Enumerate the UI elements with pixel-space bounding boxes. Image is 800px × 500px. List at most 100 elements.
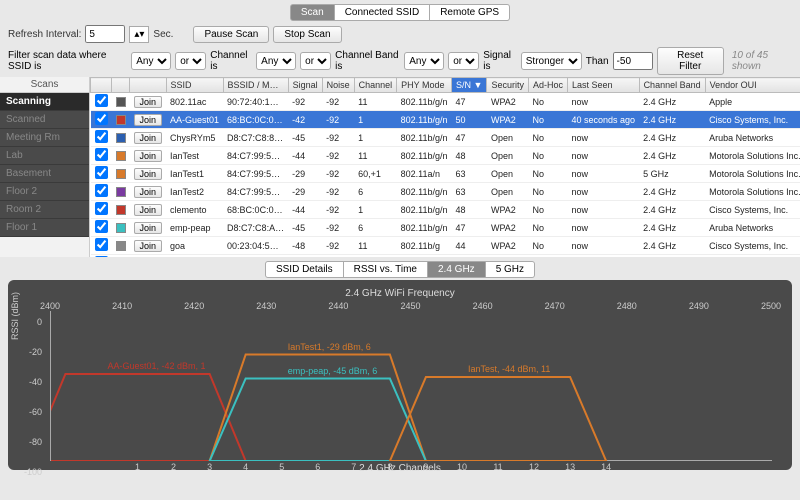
filter-channel-op[interactable]: or <box>300 52 331 70</box>
filter-than-label: Than <box>586 56 609 67</box>
sidebar-item-meeting-rm[interactable]: Meeting Rm <box>0 129 89 147</box>
x-tick-channel: 2 <box>171 462 176 472</box>
col-header[interactable]: BSSID / M… <box>223 78 288 93</box>
filter-band-op[interactable]: or <box>448 52 479 70</box>
tab-connected-ssid[interactable]: Connected SSID <box>335 4 431 21</box>
col-header[interactable] <box>91 78 112 93</box>
sidebar-item-floor-2[interactable]: Floor 2 <box>0 183 89 201</box>
x-tick-freq: 2460 <box>473 301 493 311</box>
color-chip-icon <box>116 151 126 161</box>
stop-scan-button[interactable]: Stop Scan <box>273 26 341 43</box>
col-header[interactable]: Last Seen <box>568 78 640 93</box>
refresh-interval-input[interactable] <box>85 25 125 43</box>
tab-scan[interactable]: Scan <box>290 4 335 21</box>
x-tick-channel: 12 <box>529 462 539 472</box>
network-table-wrap[interactable]: SSIDBSSID / M…SignalNoiseChannelPHY Mode… <box>90 77 800 257</box>
join-button[interactable]: Join <box>134 186 163 198</box>
x-tick-freq: 2500 <box>761 301 781 311</box>
col-header[interactable]: S/N ▼ <box>452 78 487 93</box>
join-button[interactable]: Join <box>134 222 163 234</box>
x-tick-freq: 2480 <box>617 301 637 311</box>
filter-bar: Filter scan data where SSID is Any or Ch… <box>0 45 800 77</box>
table-row[interactable]: JoinIanTest84:C7:99:5…-44-9211802.11b/g/… <box>91 147 800 165</box>
filter-ssid-select[interactable]: Any <box>131 52 171 70</box>
col-header[interactable] <box>130 78 167 93</box>
table-row[interactable]: JoinIanTest184:C7:99:5…-29-9260,+1802.11… <box>91 165 800 183</box>
row-checkbox[interactable] <box>95 238 108 251</box>
row-checkbox[interactable] <box>95 166 108 179</box>
col-header[interactable]: Security <box>487 78 529 93</box>
filter-channel-select[interactable]: Any <box>256 52 296 70</box>
filter-count-hint: 10 of 45 shown <box>732 50 792 72</box>
tab-rssi-time[interactable]: RSSI vs. Time <box>344 261 428 278</box>
join-button[interactable]: Join <box>134 240 163 252</box>
col-header[interactable]: Noise <box>322 78 354 93</box>
col-header[interactable]: Signal <box>288 78 322 93</box>
join-button[interactable]: Join <box>134 168 163 180</box>
pause-scan-button[interactable]: Pause Scan <box>193 26 269 43</box>
filter-than-input[interactable] <box>613 52 653 70</box>
col-header[interactable]: Ad-Hoc <box>528 78 567 93</box>
top-tabs: Scan Connected SSID Remote GPS <box>0 0 800 23</box>
x-tick-freq: 2410 <box>112 301 132 311</box>
join-button[interactable]: Join <box>134 204 163 216</box>
filter-signal-select[interactable]: Stronger <box>521 52 582 70</box>
filter-band-select[interactable]: Any <box>404 52 444 70</box>
join-button[interactable]: Join <box>134 132 163 144</box>
table-row[interactable]: JoinAA-Guest0168:BC:0C:0…-42-921802.11b/… <box>91 111 800 129</box>
col-header[interactable]: SSID <box>166 78 223 93</box>
row-checkbox[interactable] <box>95 130 108 143</box>
join-button[interactable]: Join <box>134 96 163 108</box>
col-header[interactable]: PHY Mode <box>397 78 452 93</box>
y-tick: -60 <box>22 407 42 417</box>
x-tick-freq: 2470 <box>545 301 565 311</box>
row-checkbox[interactable] <box>95 184 108 197</box>
sec-label: Sec. <box>153 29 173 40</box>
tab-remote-gps[interactable]: Remote GPS <box>430 4 510 21</box>
row-checkbox[interactable] <box>95 94 108 107</box>
col-header[interactable]: Vendor OUI <box>705 78 800 93</box>
row-checkbox[interactable] <box>95 220 108 233</box>
sidebar-item-scanning[interactable]: Scanning <box>0 93 89 111</box>
col-header[interactable] <box>112 78 130 93</box>
y-tick: 0 <box>22 317 42 327</box>
tab-24ghz[interactable]: 2.4 GHz <box>428 261 486 278</box>
row-checkbox[interactable] <box>95 148 108 161</box>
y-tick: -80 <box>22 437 42 447</box>
row-checkbox[interactable] <box>95 112 108 125</box>
table-row[interactable]: JoinIanTest284:C7:99:5…-29-926802.11b/g/… <box>91 183 800 201</box>
main-content: Scans ScanningScannedMeeting RmLabBaseme… <box>0 77 800 257</box>
color-chip-icon <box>116 241 126 251</box>
tab-ssid-details[interactable]: SSID Details <box>265 261 344 278</box>
table-row[interactable]: Joingoa00:23:04:5…-48-9211802.11b/g44WPA… <box>91 237 800 255</box>
sidebar-item-floor-1[interactable]: Floor 1 <box>0 219 89 237</box>
row-checkbox[interactable] <box>95 256 108 257</box>
join-button[interactable]: Join <box>134 150 163 162</box>
table-row[interactable]: JoinChysRYm5D8:C7:C8:8…-45-921802.11b/g/… <box>91 129 800 147</box>
x-tick-freq: 2490 <box>689 301 709 311</box>
table-row[interactable]: Joinemp-peapD8:C7:C8:A…-45-926802.11b/g/… <box>91 219 800 237</box>
series-label: IanTest, -44 dBm, 11 <box>468 364 550 374</box>
filter-ssid-op[interactable]: or <box>175 52 206 70</box>
table-row[interactable]: Joinclemento68:BC:0C:0…-44-921802.11b/g/… <box>91 201 800 219</box>
filter-prefix: Filter scan data where SSID is <box>8 50 127 72</box>
table-row[interactable]: Join802.11ac90:72:40:1…-92-9211802.11b/g… <box>91 93 800 111</box>
tab-5ghz[interactable]: 5 GHz <box>486 261 535 278</box>
refresh-interval-stepper[interactable]: ▴▾ <box>129 26 149 43</box>
sidebar-item-room-2[interactable]: Room 2 <box>0 201 89 219</box>
sidebar-item-scanned[interactable]: Scanned <box>0 111 89 129</box>
x-tick-freq: 2430 <box>256 301 276 311</box>
x-tick-freq: 2440 <box>328 301 348 311</box>
col-header[interactable]: Channel <box>354 78 397 93</box>
scan-toolbar: Refresh Interval: ▴▾ Sec. Pause Scan Sto… <box>0 23 800 45</box>
row-checkbox[interactable] <box>95 202 108 215</box>
sidebar-item-basement[interactable]: Basement <box>0 165 89 183</box>
sidebar-item-lab[interactable]: Lab <box>0 147 89 165</box>
col-header[interactable]: Channel Band <box>639 78 705 93</box>
x-tick-channel: 3 <box>207 462 212 472</box>
table-row[interactable]: Joinlinksys00:18:F8:E…-41-926802.11n51Op… <box>91 255 800 258</box>
join-button[interactable]: Join <box>134 114 163 126</box>
refresh-interval-label: Refresh Interval: <box>8 29 81 40</box>
sidebar: Scans ScanningScannedMeeting RmLabBaseme… <box>0 77 90 257</box>
reset-filter-button[interactable]: Reset Filter <box>657 47 724 75</box>
